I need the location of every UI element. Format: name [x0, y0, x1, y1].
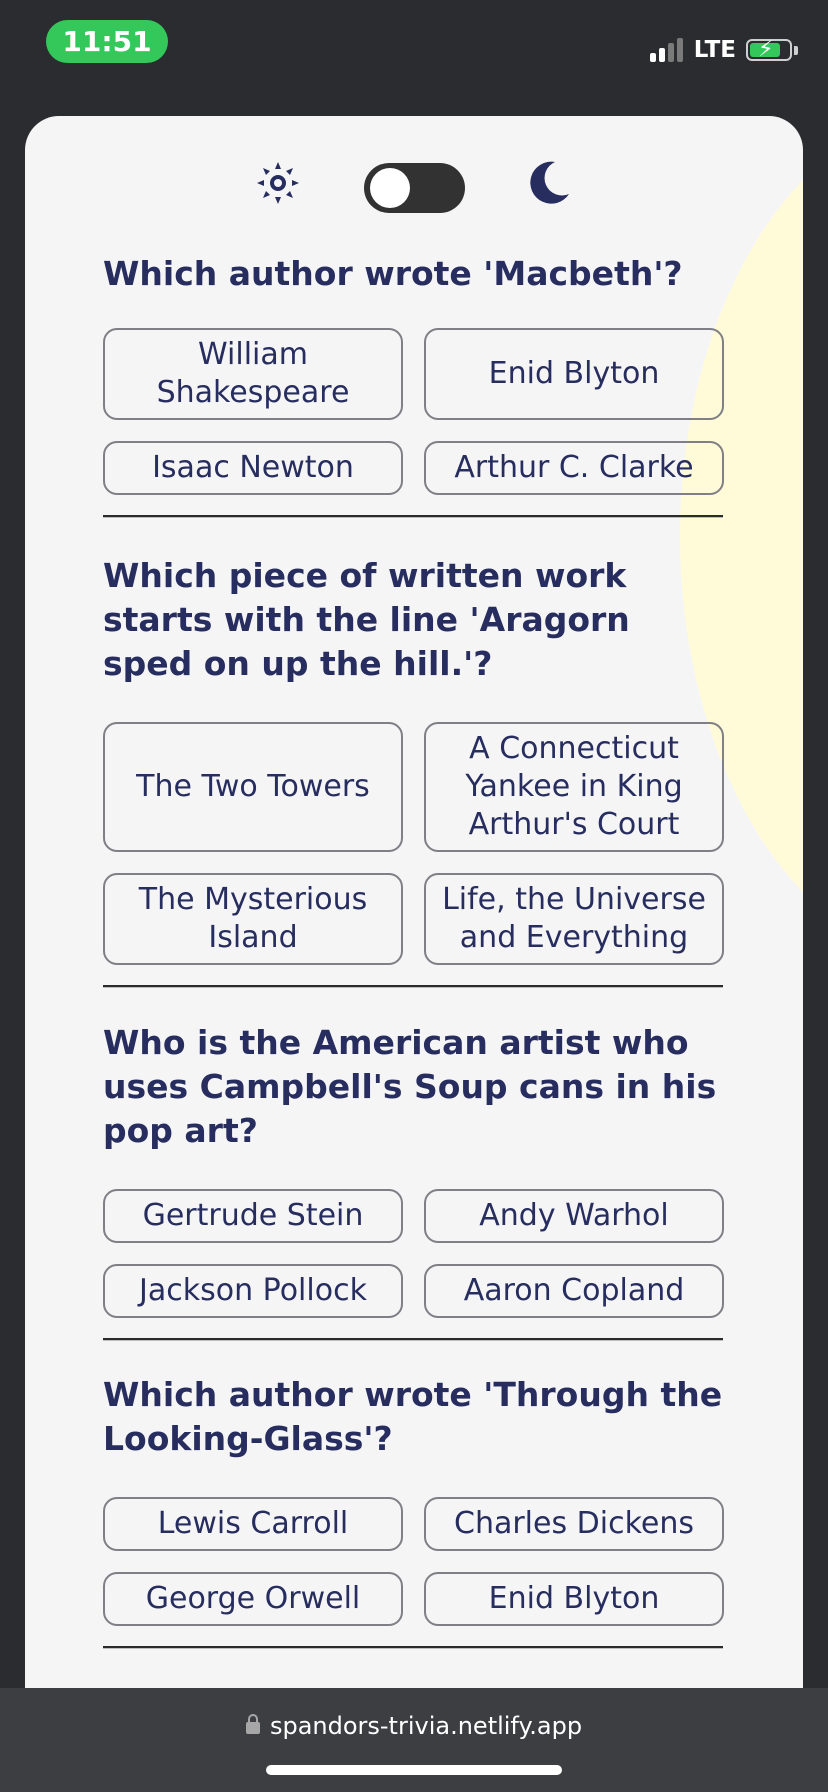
answer-option[interactable]: Gertrude Stein	[103, 1189, 403, 1243]
home-indicator[interactable]	[266, 1765, 562, 1775]
trivia-card: Which author wrote 'Macbeth'? William Sh…	[25, 116, 803, 1716]
question-divider	[103, 1338, 723, 1341]
answer-grid: The Two Towers A Connecticut Yankee in K…	[103, 722, 724, 965]
question-divider	[103, 515, 723, 518]
answer-option[interactable]: Enid Blyton	[424, 1572, 724, 1626]
toggle-knob	[370, 168, 410, 208]
answer-option[interactable]: Charles Dickens	[424, 1497, 724, 1551]
answer-option[interactable]: The Mysterious Island	[103, 873, 403, 965]
answer-grid: Gertrude Stein Andy Warhol Jackson Pollo…	[103, 1189, 724, 1318]
answer-option[interactable]: Lewis Carroll	[103, 1497, 403, 1551]
sun-icon[interactable]	[257, 162, 299, 204]
answer-option[interactable]: Enid Blyton	[424, 328, 724, 420]
question-block-1: Which author wrote 'Macbeth'? William Sh…	[103, 252, 724, 518]
battery-cap	[794, 45, 798, 55]
moon-icon[interactable]	[525, 160, 571, 206]
browser-url-bar[interactable]: spandors-trivia.netlify.app	[0, 1688, 828, 1792]
question-text: Which piece of written work starts with …	[103, 556, 630, 683]
question-text: Which author wrote 'Macbeth'?	[103, 254, 683, 293]
answer-option[interactable]: Isaac Newton	[103, 441, 403, 495]
question-text: Which author wrote 'Through the Looking-…	[103, 1375, 723, 1458]
answer-grid: Lewis Carroll Charles Dickens George Orw…	[103, 1497, 724, 1626]
question-text: Who is the American artist who uses Camp…	[103, 1023, 717, 1150]
lock-icon	[245, 1714, 260, 1734]
status-indicators: LTE ⚡	[649, 36, 798, 64]
url-text: spandors-trivia.netlify.app	[269, 1712, 583, 1740]
answer-option[interactable]: Andy Warhol	[424, 1189, 724, 1243]
answer-option[interactable]: A Connecticut Yankee in King Arthur's Co…	[424, 722, 724, 852]
address-field[interactable]: spandors-trivia.netlify.app	[0, 1712, 828, 1740]
cellular-signal-icon	[649, 38, 686, 62]
question-divider	[103, 1646, 723, 1649]
answer-grid: William Shakespeare Enid Blyton Isaac Ne…	[103, 328, 724, 495]
dark-mode-toggle[interactable]	[364, 163, 465, 213]
status-bar: 11:51 LTE ⚡	[0, 0, 828, 100]
battery-charging-icon: ⚡	[746, 37, 792, 62]
answer-option[interactable]: Jackson Pollock	[103, 1264, 403, 1318]
status-time[interactable]: 11:51	[46, 20, 168, 63]
answer-option[interactable]: Arthur C. Clarke	[424, 441, 724, 495]
phone-screen: 11:51 LTE ⚡ Which author wrote 'Macbeth'…	[0, 0, 828, 1792]
answer-option[interactable]: Aaron Copland	[424, 1264, 724, 1318]
question-block-4: Which author wrote 'Through the Looking-…	[103, 1373, 724, 1649]
answer-option[interactable]: George Orwell	[103, 1572, 403, 1626]
question-block-3: Who is the American artist who uses Camp…	[103, 1021, 724, 1341]
network-type: LTE	[693, 37, 736, 63]
answer-option[interactable]: Life, the Universe and Everything	[424, 873, 724, 965]
question-divider	[103, 985, 723, 988]
question-block-2: Which piece of written work starts with …	[103, 554, 724, 988]
answer-option[interactable]: William Shakespeare	[103, 328, 403, 420]
answer-option[interactable]: The Two Towers	[103, 722, 403, 852]
